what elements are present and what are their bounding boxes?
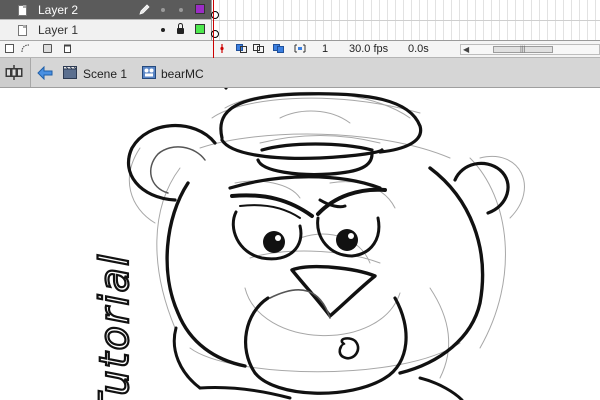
center-frame-icon[interactable] <box>218 44 226 53</box>
modify-onion-markers-icon[interactable] <box>294 44 306 53</box>
lock-dot[interactable] <box>179 8 183 12</box>
layer-icon <box>17 25 27 36</box>
new-folder-icon[interactable] <box>43 44 52 53</box>
bear-sketch[interactable]: Tutorial <box>0 88 600 400</box>
breadcrumb-symbol[interactable]: bearMC <box>161 67 204 81</box>
layer-color-swatch[interactable] <box>195 4 205 14</box>
onion-skin-icon[interactable] <box>236 44 248 53</box>
edit-bar: Scene 1 bearMC <box>0 58 600 88</box>
layer-icon <box>17 5 27 16</box>
layer-name: Layer 2 <box>38 3 79 17</box>
layer-name: Layer 1 <box>38 23 79 37</box>
onion-skin-outlines-icon[interactable] <box>253 44 265 53</box>
movie-clip-symbol-icon <box>142 66 156 79</box>
scrollbar-thumb[interactable]: ||| <box>493 46 553 53</box>
layer-color-swatch[interactable] <box>195 24 205 34</box>
layer-list: Layer 2 Layer 1 <box>0 0 211 41</box>
back-arrow-icon[interactable] <box>37 66 53 80</box>
film-strip-icon <box>5 65 23 80</box>
timeline-panel: Layer 2 Layer 1 <box>0 0 600 41</box>
frame-grid[interactable] <box>211 0 600 41</box>
edit-multiple-frames-icon[interactable] <box>273 44 285 53</box>
new-layer-icon[interactable] <box>5 44 14 53</box>
layer-row-layer-1[interactable]: Layer 1 <box>0 20 211 41</box>
lock-icon[interactable] <box>177 23 184 34</box>
elapsed-time: 0.0s <box>408 43 429 55</box>
timeline-toggle[interactable] <box>0 58 31 87</box>
frame-rate[interactable]: 30.0 fps <box>349 43 388 55</box>
layer-row-layer-2[interactable]: Layer 2 <box>0 0 211 20</box>
timeline-scrollbar[interactable]: ◀ ||| <box>460 44 600 55</box>
trash-icon[interactable] <box>63 44 72 53</box>
motion-guide-icon[interactable] <box>21 44 30 53</box>
stage-canvas[interactable]: Tutorial <box>0 88 600 400</box>
pencil-icon <box>139 4 150 15</box>
breadcrumb-scene[interactable]: Scene 1 <box>83 67 127 81</box>
show-hide-dot[interactable] <box>161 28 165 32</box>
timeline-status-bar: 1 30.0 fps 0.0s ◀ ||| <box>0 41 600 58</box>
show-hide-dot[interactable] <box>161 8 165 12</box>
tutorial-vertical-text: Tutorial <box>92 253 138 400</box>
scene-clapper-icon <box>63 66 77 79</box>
current-frame: 1 <box>322 43 329 55</box>
playhead[interactable] <box>213 0 214 58</box>
scroll-left-arrow-icon[interactable]: ◀ <box>463 45 469 54</box>
